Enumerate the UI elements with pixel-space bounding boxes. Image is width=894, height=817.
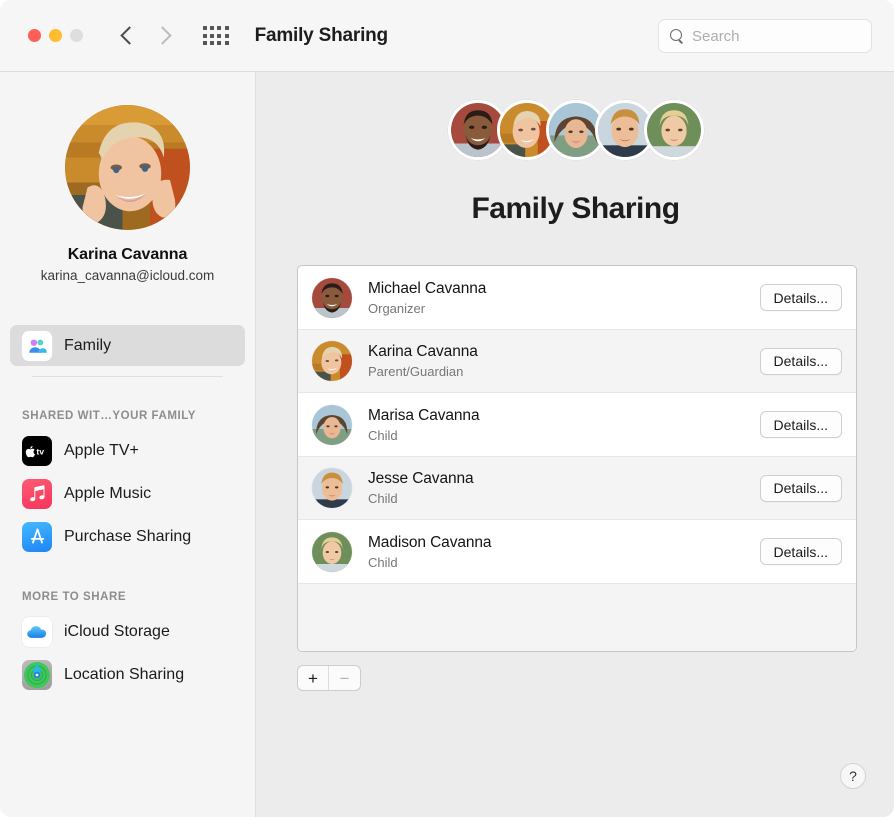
nav-buttons (122, 26, 169, 45)
icloud-icon (22, 617, 52, 647)
help-button[interactable]: ? (840, 763, 866, 789)
app-store-glyph (28, 527, 47, 546)
avatar (312, 405, 352, 445)
apple-music-icon (22, 479, 52, 509)
member-role: Child (368, 428, 760, 443)
member-info: Jesse Cavanna Child (368, 470, 760, 506)
search-icon (670, 29, 684, 43)
avatar (312, 468, 352, 508)
family-member-list: Michael Cavanna Organizer Details... (297, 265, 857, 652)
table-row[interactable]: Karina Cavanna Parent/Guardian Details..… (298, 330, 856, 394)
sidebar-item-label: Apple TV+ (64, 442, 139, 460)
account-profile[interactable]: Karina Cavanna karina_cavanna@icloud.com (0, 72, 255, 283)
find-my-glyph (22, 660, 52, 690)
sidebar-group-shared: tv Apple TV+ Apple Music (0, 429, 255, 558)
member-name: Marisa Cavanna (368, 407, 760, 425)
sidebar-item-label: Location Sharing (64, 666, 184, 684)
sidebar: Karina Cavanna karina_cavanna@icloud.com… (0, 72, 256, 817)
cluster-avatar-madison (644, 100, 704, 160)
profile-email: karina_cavanna@icloud.com (0, 268, 255, 283)
music-note-glyph (29, 484, 46, 503)
chevron-left-icon[interactable] (122, 26, 133, 45)
search-input[interactable] (692, 28, 852, 45)
sidebar-group-title-more: MORE TO SHARE (22, 591, 255, 603)
svg-text:tv: tv (36, 446, 44, 456)
sidebar-item-location-sharing[interactable]: Location Sharing (10, 653, 245, 696)
add-remove-member-controls: + − (297, 665, 361, 691)
jesse-portrait (312, 468, 352, 508)
sidebar-item-family[interactable]: Family (10, 325, 245, 366)
cloud-glyph (26, 624, 48, 640)
zoom-button[interactable] (70, 29, 83, 42)
avatar (312, 341, 352, 381)
search-field[interactable] (658, 19, 872, 53)
madison-portrait (312, 532, 352, 572)
sidebar-group-more: iCloud Storage Location Sharing (0, 610, 255, 696)
avatar (312, 278, 352, 318)
member-name: Michael Cavanna (368, 280, 760, 298)
family-avatar-cluster (257, 100, 894, 160)
app-store-icon (22, 522, 52, 552)
apple-tv-icon: tv (22, 436, 52, 466)
sidebar-item-label: iCloud Storage (64, 623, 170, 641)
karina-portrait-small (312, 341, 352, 381)
sidebar-divider (32, 376, 223, 377)
profile-name: Karina Cavanna (0, 246, 255, 264)
karina-portrait (65, 105, 190, 230)
avatar (312, 532, 352, 572)
minimize-button[interactable] (49, 29, 62, 42)
find-my-icon (22, 660, 52, 690)
sidebar-item-apple-music[interactable]: Apple Music (10, 472, 245, 515)
sidebar-item-icloud-storage[interactable]: iCloud Storage (10, 610, 245, 653)
member-name: Jesse Cavanna (368, 470, 760, 488)
table-row[interactable]: Marisa Cavanna Child Details... (298, 393, 856, 457)
table-row[interactable]: Jesse Cavanna Child Details... (298, 457, 856, 521)
table-row[interactable]: Madison Cavanna Child Details... (298, 520, 856, 584)
all-preferences-grid-icon[interactable] (203, 26, 229, 44)
system-preferences-window: Family Sharing (0, 0, 894, 817)
details-button[interactable]: Details... (760, 284, 842, 311)
avatar (65, 105, 190, 230)
family-glyph (26, 335, 48, 357)
main-panel: Family Sharing Michael Cavanna Organize (257, 72, 894, 817)
member-info: Marisa Cavanna Child (368, 407, 760, 443)
traffic-lights (28, 29, 83, 42)
sidebar-primary-nav: Family (0, 325, 255, 377)
member-role: Organizer (368, 301, 760, 316)
details-button[interactable]: Details... (760, 348, 842, 375)
marisa-portrait (312, 405, 352, 445)
main-heading: Family Sharing (257, 192, 894, 226)
add-member-button[interactable]: + (298, 666, 329, 690)
remove-member-button[interactable]: − (329, 666, 360, 690)
member-name: Madison Cavanna (368, 534, 760, 552)
sidebar-item-purchase-sharing[interactable]: Purchase Sharing (10, 515, 245, 558)
page-title: Family Sharing (255, 25, 388, 47)
list-empty-area (298, 584, 856, 653)
details-button[interactable]: Details... (760, 411, 842, 438)
michael-portrait (312, 278, 352, 318)
member-name: Karina Cavanna (368, 343, 760, 361)
member-role: Parent/Guardian (368, 364, 760, 379)
family-icon (22, 331, 52, 361)
sidebar-item-apple-tv[interactable]: tv Apple TV+ (10, 429, 245, 472)
member-role: Child (368, 491, 760, 506)
madison-portrait (647, 103, 701, 157)
details-button[interactable]: Details... (760, 538, 842, 565)
close-button[interactable] (28, 29, 41, 42)
window-toolbar: Family Sharing (0, 0, 894, 72)
member-info: Madison Cavanna Child (368, 534, 760, 570)
member-role: Child (368, 555, 760, 570)
chevron-right-icon[interactable] (158, 26, 169, 45)
details-button[interactable]: Details... (760, 475, 842, 502)
sidebar-item-label: Apple Music (64, 485, 151, 503)
sidebar-group-title-shared: SHARED WIT…YOUR FAMILY (22, 410, 255, 422)
table-row[interactable]: Michael Cavanna Organizer Details... (298, 266, 856, 330)
member-info: Karina Cavanna Parent/Guardian (368, 343, 760, 379)
sidebar-item-label: Purchase Sharing (64, 528, 191, 546)
member-info: Michael Cavanna Organizer (368, 280, 760, 316)
sidebar-item-label: Family (64, 337, 111, 355)
apple-tv-glyph: tv (25, 444, 49, 458)
